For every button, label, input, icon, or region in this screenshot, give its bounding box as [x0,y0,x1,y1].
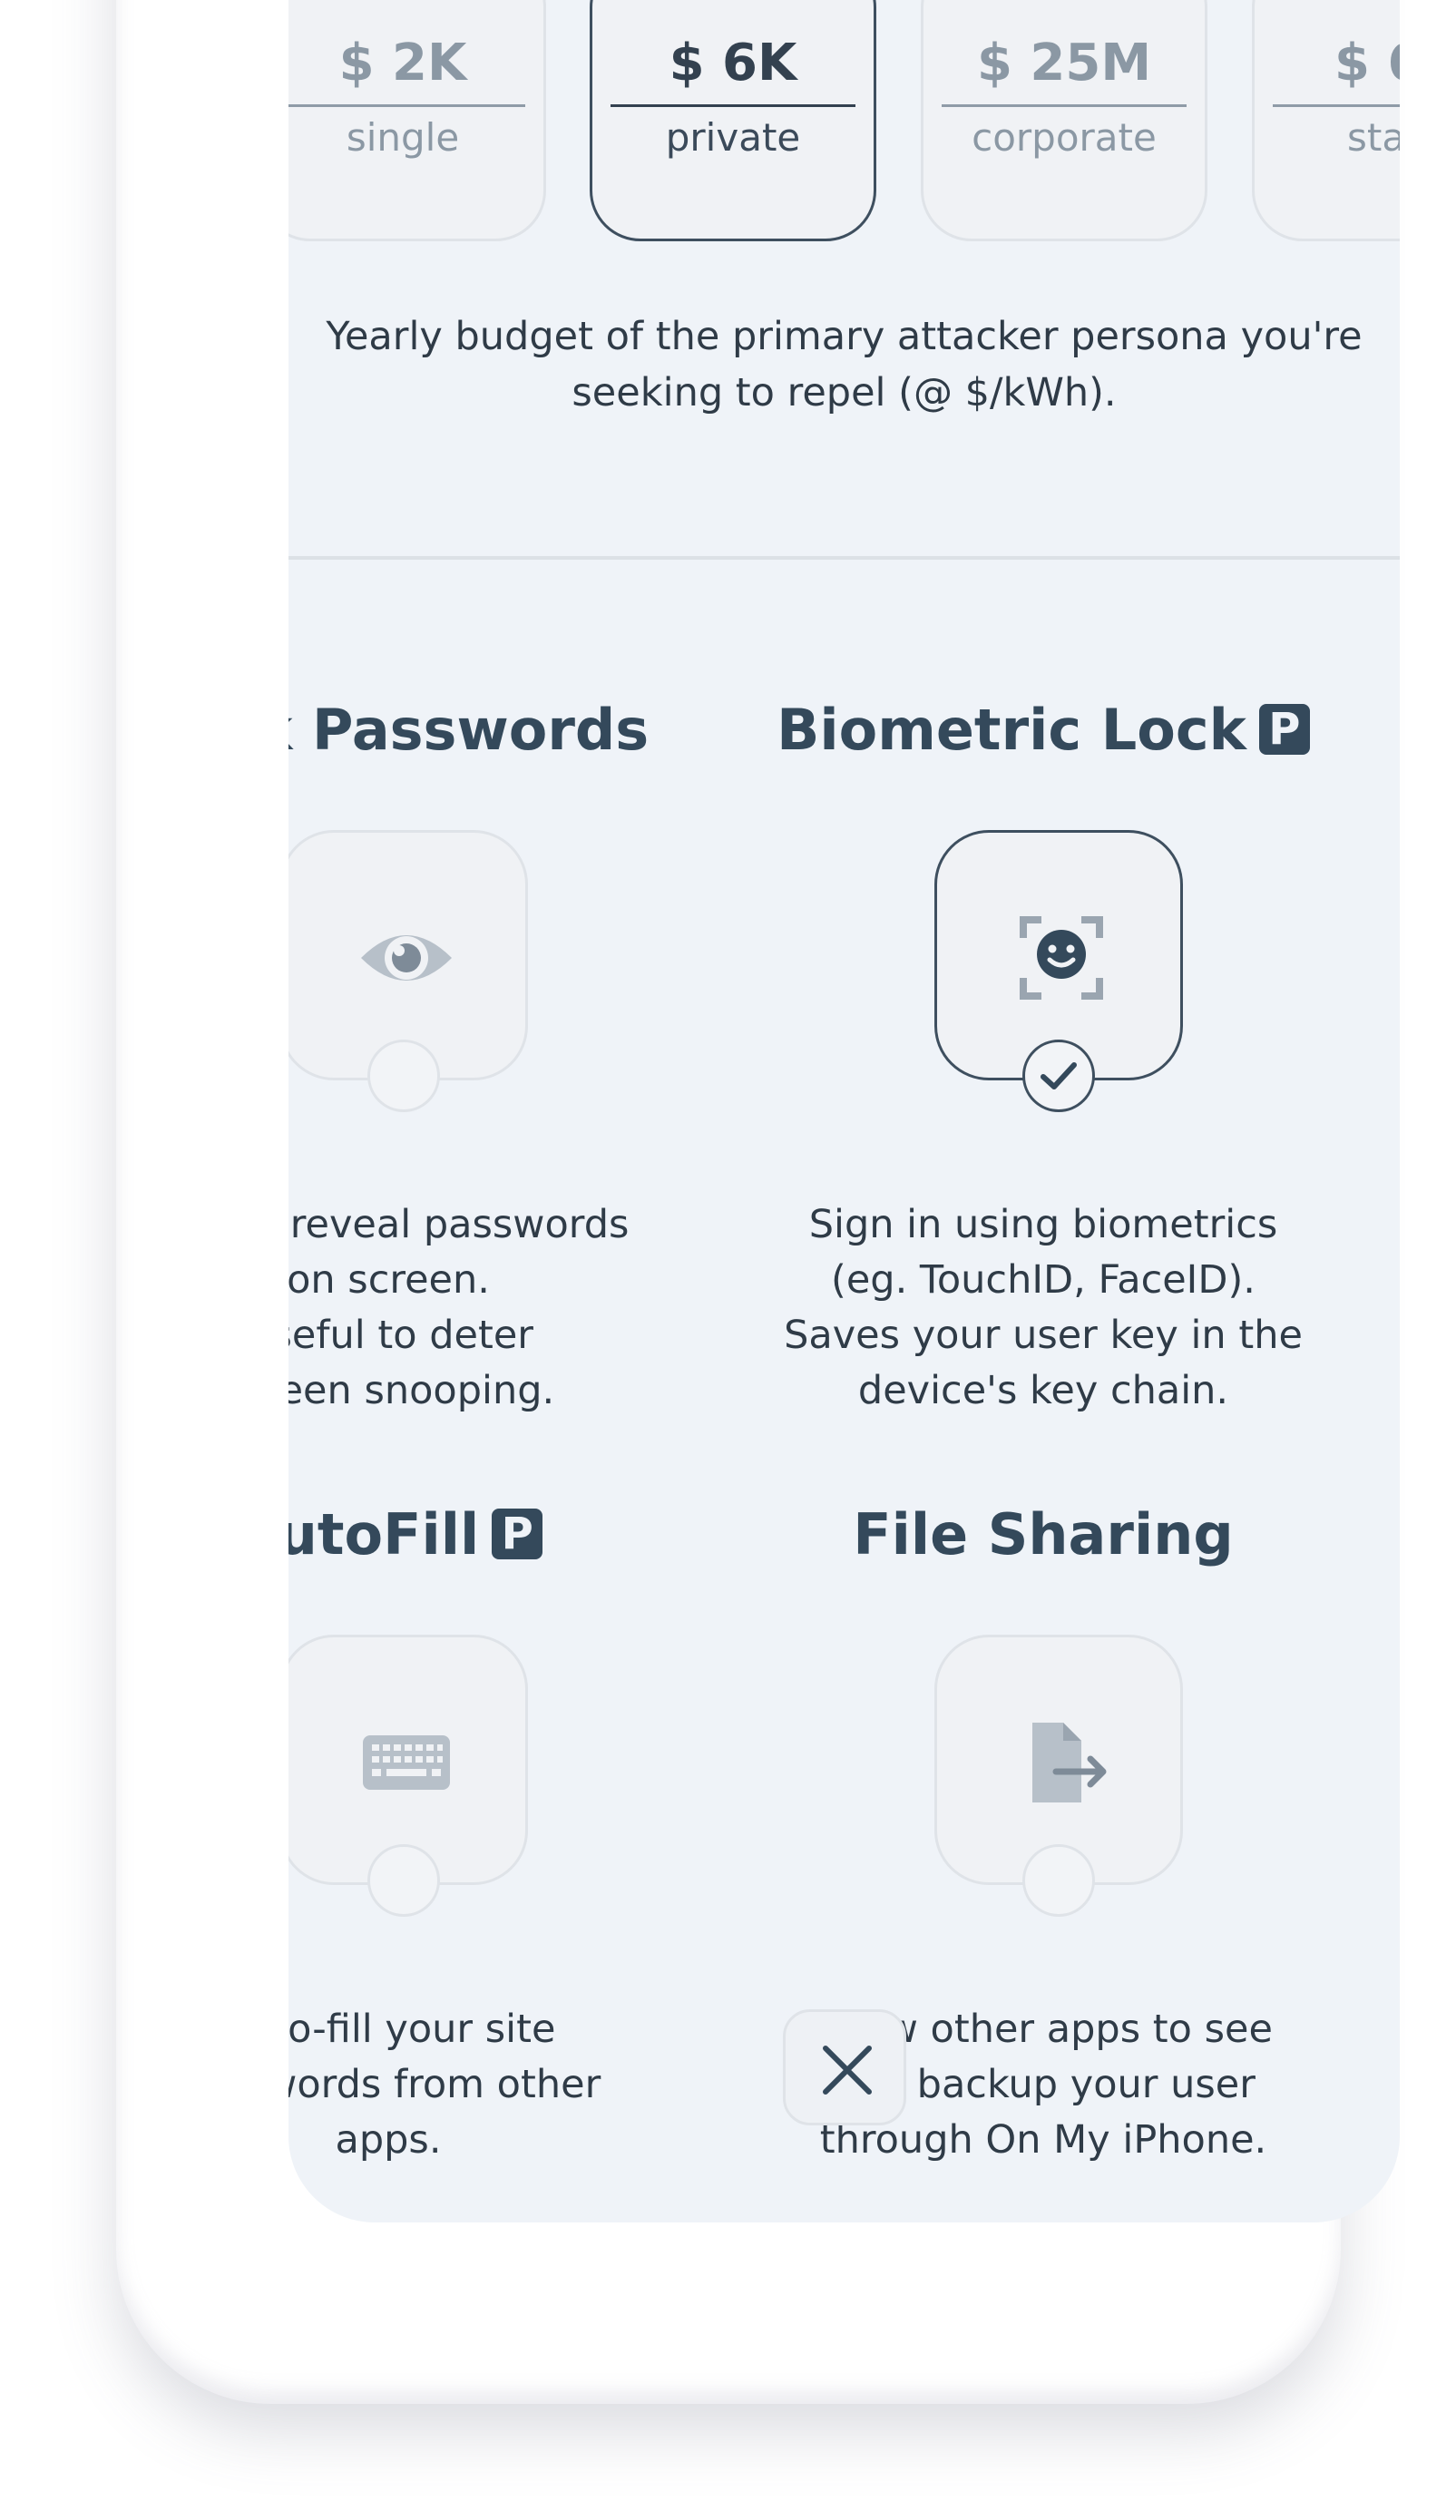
tier-amount: $ 2K [288,23,525,107]
tier-label: private [665,115,801,160]
feature-title: File Sharing [853,1501,1234,1568]
feature-mask-passwords: Mask Passwords Do not reveal passwords o… [288,694,715,1413]
feature-biometric-lock: Biometric Lock P Sign in using biometrics [717,694,1370,1413]
file-export-icon [1032,1723,1107,1802]
tier-label: sta [1347,115,1400,160]
face-id-icon [1020,916,1103,1000]
toggle-indicator [1022,1040,1095,1112]
phone-frame: $ 2K single $ 6K private $ 25M corporate… [116,0,1400,2404]
premium-badge: P [492,1509,543,1559]
tier-private[interactable]: $ 6K private [590,0,876,241]
toggle-indicator [1022,1844,1095,1917]
file-sharing-toggle[interactable] [934,1635,1183,1917]
tier-amount: $ 25M [942,23,1187,107]
budget-description: Yearly budget of the primary attacker pe… [326,314,1363,415]
close-icon [823,2046,872,2095]
tier-amount: $ 6 [1273,23,1400,107]
toggle-indicator [367,1040,440,1112]
feature-title: Mask Passwords [288,697,650,763]
toggle-indicator [367,1844,440,1917]
tier-single[interactable]: $ 2K single [288,0,546,241]
settings-screen: $ 2K single $ 6K private $ 25M corporate… [288,0,1400,2222]
feature-title: Biometric Lock P [717,694,1370,767]
feature-title: AutoFillP [288,1499,715,1571]
premium-badge: P [1258,704,1310,755]
tier-corporate[interactable]: $ 25M corporate [921,0,1207,241]
tier-label: corporate [972,115,1157,160]
feature-autofill: AutoFillP Auto-fill your site passwords … [288,1499,715,2163]
biometric-lock-toggle[interactable] [934,830,1183,1112]
check-icon [1041,1062,1077,1089]
feature-description: Do not reveal passwords on screen. Usefu… [288,1202,630,1413]
tier-label: single [346,115,460,160]
section-divider [288,556,1400,560]
budget-tier-selector: $ 2K single $ 6K private $ 25M corporate… [288,0,1400,254]
keyboard-icon [363,1735,450,1790]
tier-state[interactable]: $ 6 sta [1252,0,1400,241]
autofill-toggle[interactable] [288,1635,528,1917]
eye-icon [361,935,452,981]
feature-description: Sign in using biometrics (eg. TouchID, F… [784,1202,1303,1413]
feature-description: Auto-fill your site passwords from other… [288,2007,601,2163]
close-button[interactable] [783,2009,906,2125]
tier-amount: $ 6K [611,23,855,107]
mask-passwords-toggle[interactable] [288,830,528,1112]
